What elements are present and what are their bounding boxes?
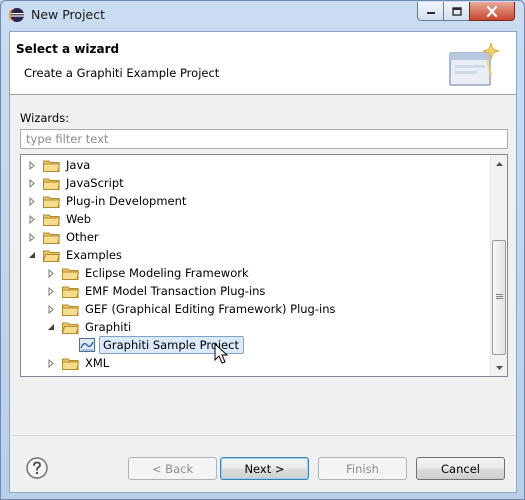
help-icon[interactable] [26, 457, 48, 479]
cancel-button[interactable]: Cancel [416, 457, 505, 480]
tree-item-label: Examples [66, 248, 122, 262]
tree-item-gef-plugins[interactable]: GEF (Graphical Editing Framework) Plug-i… [46, 300, 337, 318]
filter-input[interactable] [20, 129, 508, 149]
expand-arrow-icon[interactable] [46, 268, 55, 278]
expand-arrow-icon[interactable] [46, 358, 55, 368]
header-title: Select a wizard [16, 42, 120, 56]
folder-open-icon [62, 322, 79, 334]
tree-item-emf-model-transaction[interactable]: EMF Model Transaction Plug-ins [46, 282, 267, 300]
close-button[interactable] [469, 2, 515, 21]
tree-item-label: Plug-in Development [66, 194, 187, 208]
tree-item-eclipse-modeling-framework[interactable]: Eclipse Modeling Framework [46, 264, 251, 282]
expand-arrow-icon[interactable] [46, 304, 55, 314]
tree-item-javascript[interactable]: JavaScript [27, 174, 126, 192]
collapse-arrow-icon[interactable] [46, 323, 55, 332]
footer-separator [10, 435, 516, 436]
folder-icon [62, 358, 79, 370]
tree-item-label: EMF Model Transaction Plug-ins [85, 284, 266, 298]
title-bar[interactable]: New Project [1, 1, 524, 29]
folder-icon [62, 268, 79, 280]
expand-arrow-icon[interactable] [27, 160, 36, 170]
tree-item-web[interactable]: Web [27, 210, 93, 228]
folder-open-icon [43, 250, 60, 262]
tree-item-plugin-development[interactable]: Plug-in Development [27, 192, 188, 210]
expand-arrow-icon[interactable] [27, 232, 36, 242]
collapse-arrow-icon[interactable] [27, 251, 36, 260]
finish-button[interactable]: Finish [318, 457, 407, 480]
window-title: New Project [31, 7, 106, 22]
expand-arrow-icon[interactable] [46, 286, 55, 296]
tree-item-graphiti[interactable]: Graphiti [46, 318, 133, 336]
expand-arrow-icon[interactable] [27, 178, 36, 188]
expand-arrow-icon[interactable] [27, 196, 36, 206]
maximize-icon [451, 6, 462, 16]
tree-item-label: Other [66, 230, 99, 244]
tree-scrollbar[interactable] [490, 155, 507, 376]
scroll-down-button[interactable] [491, 359, 507, 376]
tree-item-examples[interactable]: Examples [27, 246, 124, 264]
tree-item-label: Web [66, 212, 92, 226]
folder-icon [62, 304, 79, 316]
tree-item-java[interactable]: Java [27, 156, 92, 174]
tree-item-label: Graphiti [85, 320, 132, 334]
tree-item-other[interactable]: Other [27, 228, 101, 246]
graphiti-wizard-icon [79, 338, 95, 352]
dialog-window: New Project Select a wizard Create a Gra… [0, 0, 525, 500]
wizard-header: Select a wizard Create a Graphiti Exampl… [10, 32, 516, 95]
wizard-banner-icon [449, 41, 501, 86]
header-description: Create a Graphiti Example Project [24, 66, 220, 80]
folder-icon [43, 196, 60, 208]
tree-item-label: XML [85, 356, 110, 370]
tree-item-label: GEF (Graphical Editing Framework) Plug-i… [85, 302, 336, 316]
folder-icon [62, 286, 79, 298]
wizard-tree[interactable]: Java JavaScript Plug-in Development Web [20, 154, 508, 377]
close-icon [486, 5, 498, 17]
scroll-thumb[interactable] [492, 240, 506, 355]
folder-icon [43, 214, 60, 226]
expand-arrow-icon[interactable] [27, 214, 36, 224]
maximize-button[interactable] [443, 2, 470, 21]
folder-icon [43, 232, 60, 244]
eclipse-icon [9, 8, 24, 22]
grip-line [496, 296, 503, 297]
grip-line [496, 294, 503, 295]
minimize-icon [426, 12, 435, 14]
tree-item-label: Eclipse Modeling Framework [85, 266, 249, 280]
scroll-up-button[interactable] [491, 155, 507, 172]
arrow-down-icon [496, 365, 503, 370]
tree-item-xml[interactable]: XML [46, 354, 111, 372]
mouse-cursor-icon [214, 343, 229, 364]
tree-item-label: JavaScript [66, 176, 124, 190]
back-button[interactable]: < Back [128, 457, 217, 480]
folder-icon [43, 178, 60, 190]
folder-icon [43, 160, 60, 172]
wizards-label: Wizards: [20, 111, 70, 125]
minimize-button[interactable] [417, 2, 444, 21]
arrow-up-icon [496, 161, 503, 166]
tree-item-label: Java [66, 158, 91, 172]
dialog-client: Select a wizard Create a Graphiti Exampl… [9, 31, 517, 493]
grip-line [496, 298, 503, 299]
next-button[interactable]: Next > [220, 457, 309, 480]
